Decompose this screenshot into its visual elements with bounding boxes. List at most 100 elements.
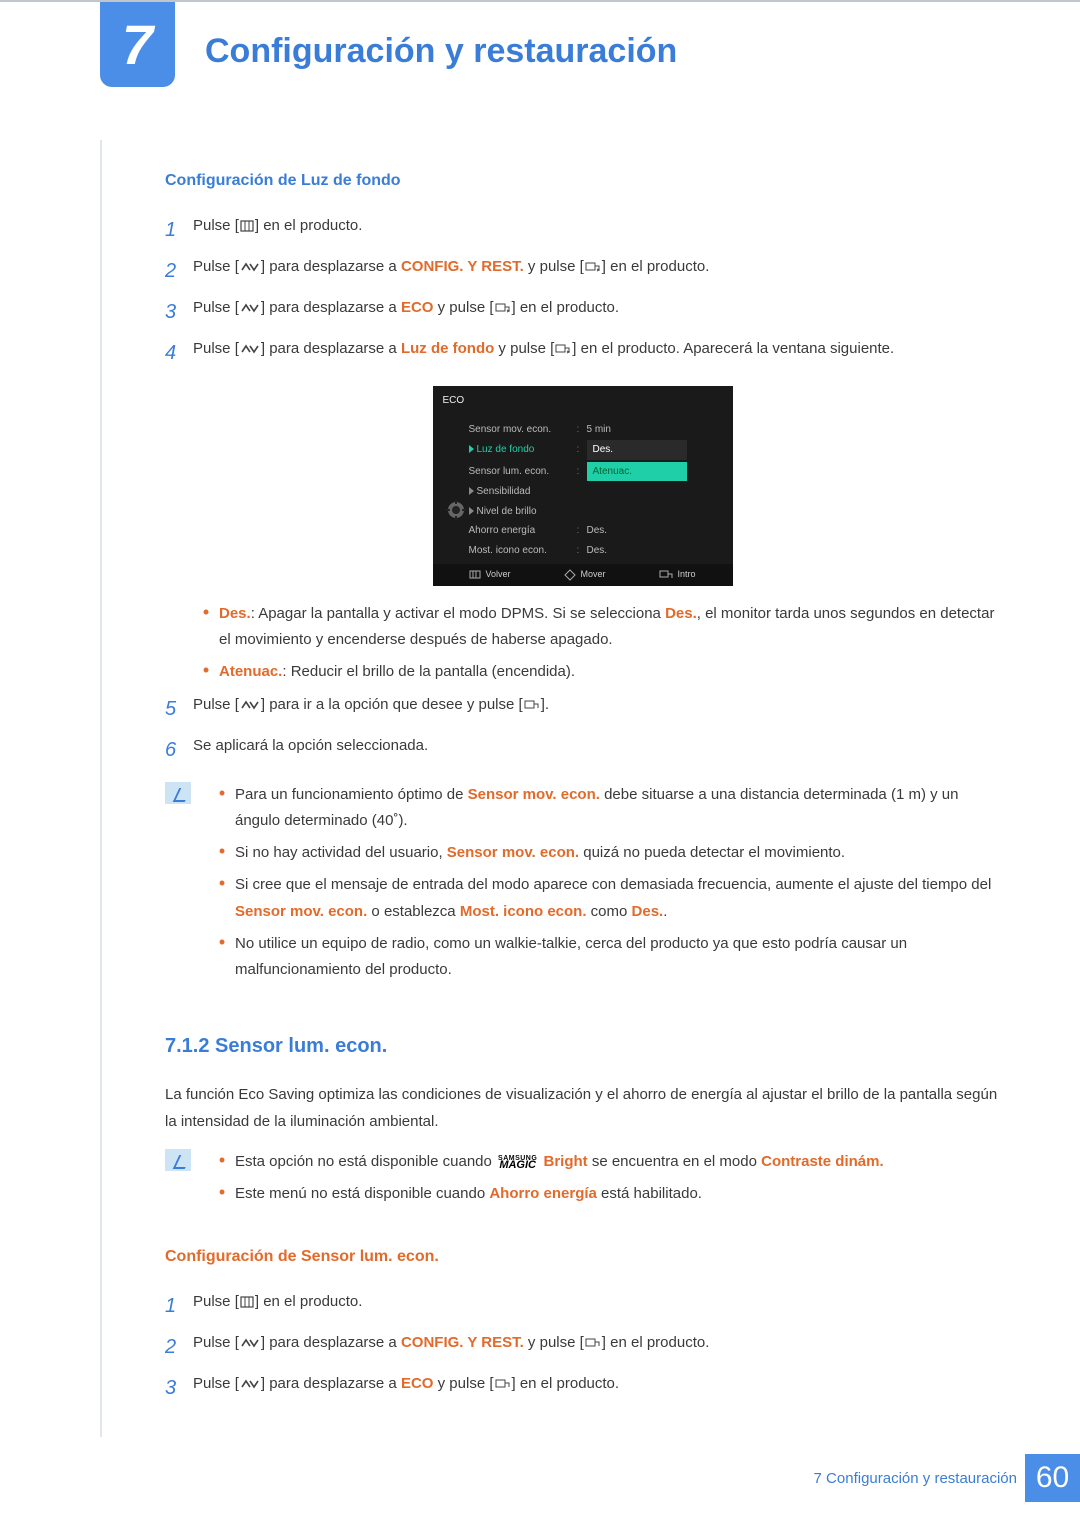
bullet-text: Si no hay actividad del usuario, Sensor … [235, 840, 1000, 866]
step-3: 3 Pulse [] para desplazarse a ECO y puls… [165, 295, 1000, 330]
osd-sep: : [577, 542, 587, 560]
bullet-text: Si cree que el mensaje de entrada del mo… [235, 872, 1000, 925]
step-text: Pulse [] para desplazarse a CONFIG. Y RE… [193, 254, 1000, 289]
t: Pulse [ [193, 299, 239, 316]
triangle-icon [469, 487, 474, 495]
step-number: 1 [165, 213, 193, 248]
osd-val: 5 min [587, 421, 723, 439]
t: : Apagar la pantalla y activar el modo D… [251, 605, 665, 622]
t: Pulse [ [193, 1334, 239, 1351]
osd-sep: : [577, 463, 587, 481]
menu-icon [240, 220, 254, 232]
bullet-icon: • [209, 931, 235, 984]
diamond-icon [564, 569, 576, 581]
osd-sep: : [577, 522, 587, 540]
bullet-icon: • [209, 1181, 235, 1207]
enter-icon [585, 261, 601, 273]
note-block-1: •Para un funcionamiento óptimo de Sensor… [165, 782, 1000, 990]
step-3: 3 Pulse [] para desplazarse a ECO y puls… [165, 1371, 1000, 1406]
luz-options: • Des.: Apagar la pantalla y activar el … [193, 601, 1000, 686]
hl: Bright [543, 1153, 587, 1170]
t: ] en el producto. [255, 217, 363, 234]
page-content: Configuración de Luz de fondo 1 Pulse []… [165, 167, 1000, 1406]
left-margin-rule [100, 140, 102, 1437]
steps-sensor: 1 Pulse [] en el producto. 2 Pulse [ ] pa… [165, 1289, 1000, 1406]
t: Intro [677, 567, 695, 583]
osd-val: Atenuac. [587, 462, 723, 482]
step-number: 5 [165, 692, 193, 727]
bullet-item: • Des.: Apagar la pantalla y activar el … [193, 601, 1000, 654]
subsection-title-sensor: Configuración de Sensor lum. econ. [165, 1243, 1000, 1271]
osd-label: Luz de fondo [469, 441, 577, 459]
bullet-text: No utilice un equipo de radio, como un w… [235, 931, 1000, 984]
enter-icon [524, 699, 540, 711]
osd-label: Ahorro energía [469, 522, 577, 540]
t: ] para desplazarse a [261, 1334, 401, 1351]
menu-icon [240, 1296, 254, 1308]
note-block-2: •Esta opción no está disponible cuando S… [165, 1149, 1000, 1214]
subsection-title-luz: Configuración de Luz de fondo [165, 167, 1000, 195]
t: quizá no pueda detectar el movimiento. [579, 844, 845, 861]
step-2: 2 Pulse [ ] para desplazarse a CONFIG. Y … [165, 1330, 1000, 1365]
step-6: 6 Se aplicará la opción seleccionada. [165, 733, 1000, 768]
osd-row: Sensor lum. econ.:Atenuac. [469, 461, 723, 483]
bullet-icon: • [193, 659, 219, 685]
page-footer: 7 Configuración y restauración 60 [814, 1454, 1080, 1502]
chapter-title: Configuración y restauración [205, 32, 677, 71]
step-5: 5 Pulse [] para ir a la opción que desee… [165, 692, 1000, 727]
bullet-icon: • [209, 872, 235, 925]
t: : Reducir el brillo de la pantalla (ence… [282, 663, 575, 680]
bullet-icon: • [209, 782, 235, 835]
hl: Luz de fondo [401, 340, 494, 357]
bullet-item: •No utilice un equipo de radio, como un … [209, 931, 1000, 984]
triangle-icon [469, 507, 474, 515]
hl: Most. icono econ. [460, 903, 587, 920]
t: Este menú no está disponible cuando [235, 1185, 489, 1202]
step-text: Pulse [ ] para desplazarse a CONFIG. Y RE… [193, 1330, 1000, 1365]
t: ] para desplazarse a [261, 1375, 401, 1392]
osd-footer: Volver Mover Intro [433, 564, 733, 586]
t: está habilitado. [597, 1185, 702, 1202]
t: como [587, 903, 632, 920]
steps-luz: 1 Pulse [] en el producto. 2 Pulse [] pa… [165, 213, 1000, 768]
note-items: •Para un funcionamiento óptimo de Sensor… [209, 782, 1000, 990]
hl: Ahorro energía [489, 1185, 597, 1202]
updown-icon [240, 1378, 260, 1390]
osd-row: Sensibilidad [469, 482, 723, 502]
hl: Sensor mov. econ. [447, 844, 579, 861]
bullet-item: •Si no hay actividad del usuario, Sensor… [209, 840, 1000, 866]
t: y pulse [ [524, 1334, 584, 1351]
step-text: Pulse [] en el producto. [193, 1289, 1000, 1324]
triangle-icon [469, 445, 474, 453]
t: Pulse [ [193, 340, 239, 357]
updown-icon [240, 261, 260, 273]
osd-label: Sensor lum. econ. [469, 463, 577, 481]
footer-chapter-ref: 7 Configuración y restauración [814, 1470, 1017, 1487]
osd-label: Nivel de brillo [469, 503, 577, 521]
t: ] en el producto. [255, 1293, 363, 1310]
t: o establezca [367, 903, 460, 920]
bullet-item: • Atenuac.: Reducir el brillo de la pant… [193, 659, 1000, 685]
step-number: 6 [165, 733, 193, 768]
hl: CONFIG. Y REST. [401, 1334, 524, 1351]
step-4: 4 Pulse [] para desplazarse a Luz de fon… [165, 336, 1000, 371]
t: ] para desplazarse a [261, 340, 401, 357]
enter-icon [495, 1378, 511, 1390]
bullet-item: •Si cree que el mensaje de entrada del m… [209, 872, 1000, 925]
osd-body: Sensor mov. econ.:5 min Luz de fondo:Des… [433, 414, 733, 565]
t: y pulse [ [433, 1375, 493, 1392]
updown-icon [240, 1337, 260, 1349]
step-text: Pulse [] para desplazarse a ECO y pulse … [193, 295, 1000, 330]
osd-label: Sensibilidad [469, 483, 577, 501]
note-items: •Esta opción no está disponible cuando S… [209, 1149, 1000, 1214]
step-number: 1 [165, 1289, 193, 1324]
hl: Atenuac. [219, 663, 282, 680]
bullet-text: Atenuac.: Reducir el brillo de la pantal… [219, 659, 1000, 685]
t: se encuentra en el modo [588, 1153, 761, 1170]
step-number: 2 [165, 1330, 193, 1365]
osd-sep: : [577, 421, 587, 439]
osd-figure: ECO Sensor mov. econ.:5 min Luz de fondo… [433, 386, 733, 586]
osd-label: Sensor mov. econ. [469, 421, 577, 439]
section-712-heading: 7.1.2 Sensor lum. econ. [165, 1029, 1000, 1064]
osd-row: Sensor mov. econ.:5 min [469, 420, 723, 440]
